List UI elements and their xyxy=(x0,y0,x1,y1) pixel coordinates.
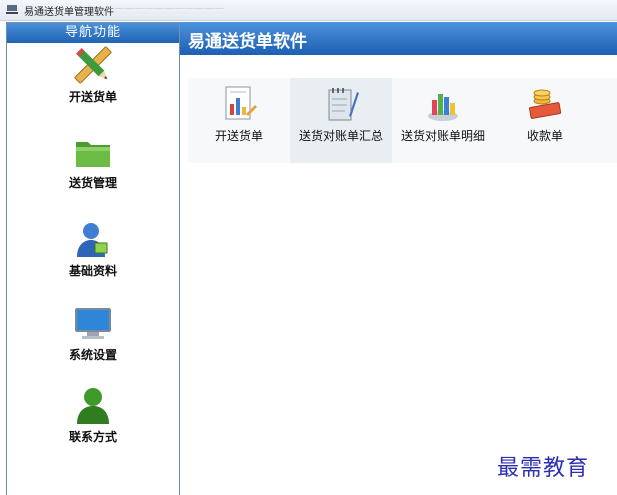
banner-title: 易通送货单软件 xyxy=(188,32,307,52)
bar-chart-icon xyxy=(428,94,458,121)
banner: 易通送货单软件 xyxy=(180,22,617,55)
sidebar-item-label: 基础资料 xyxy=(68,264,117,278)
toolbar-button-detail[interactable]: 送货对账单明细 xyxy=(392,78,494,163)
contact-person-icon xyxy=(77,388,109,424)
toolbar-button-summary[interactable]: 送货对账单汇总 xyxy=(290,78,392,163)
user-icon xyxy=(77,223,108,257)
toolbar-button-label: 送货对账单明细 xyxy=(400,129,485,143)
sidebar-item-delivery-management[interactable]: 送货管理 xyxy=(7,131,179,191)
watermark-text: 最需教育 xyxy=(497,456,590,481)
toolbar-button-label: 开送货单 xyxy=(214,129,263,143)
toolbar-button-label: 送货对账单汇总 xyxy=(298,129,383,143)
sidebar-item-label: 系统设置 xyxy=(68,348,117,362)
sidebar-item-create-delivery[interactable]: 开送货单 xyxy=(7,45,179,105)
toolbar-button-create-delivery[interactable]: 开送货单 xyxy=(188,78,290,163)
window-titlebar: 易通送货单管理软件 ———————————— xyxy=(0,0,617,21)
notebook-pen-icon xyxy=(328,88,359,121)
title-ghost-text: ———————————— xyxy=(104,3,224,14)
sidebar-item-system-settings[interactable]: 系统设置 xyxy=(7,303,179,363)
pencil-ruler-icon xyxy=(74,46,112,84)
toolbar: 开送货单 送货对账单汇总 送货对账单明细 收款单 xyxy=(188,78,617,163)
main-panel: 易通送货单软件 开送货单 送货对账单汇总 送货对账单明细 收款单 xyxy=(180,22,617,495)
sidebar-header: 导航功能 xyxy=(7,23,179,43)
sidebar-item-contact[interactable]: 联系方式 xyxy=(7,385,179,445)
sidebar-item-label: 送货管理 xyxy=(68,176,117,190)
app-icon xyxy=(6,5,18,14)
monitor-icon xyxy=(75,308,111,339)
window-title: 易通送货单管理软件 xyxy=(24,7,114,18)
sidebar-item-label: 开送货单 xyxy=(68,90,117,104)
report-icon xyxy=(225,86,257,120)
navigation-sidebar: 导航功能 开送货单 送货管理 基础资料 系统设置 联系方式 xyxy=(6,22,180,495)
sidebar-item-basic-data[interactable]: 基础资料 xyxy=(7,219,179,279)
toolbar-button-label: 收款单 xyxy=(526,129,563,143)
toolbar-button-receipt[interactable]: 收款单 xyxy=(494,78,596,163)
sidebar-item-label: 联系方式 xyxy=(68,430,117,444)
coins-book-icon xyxy=(529,89,562,119)
folder-icon xyxy=(76,142,110,167)
